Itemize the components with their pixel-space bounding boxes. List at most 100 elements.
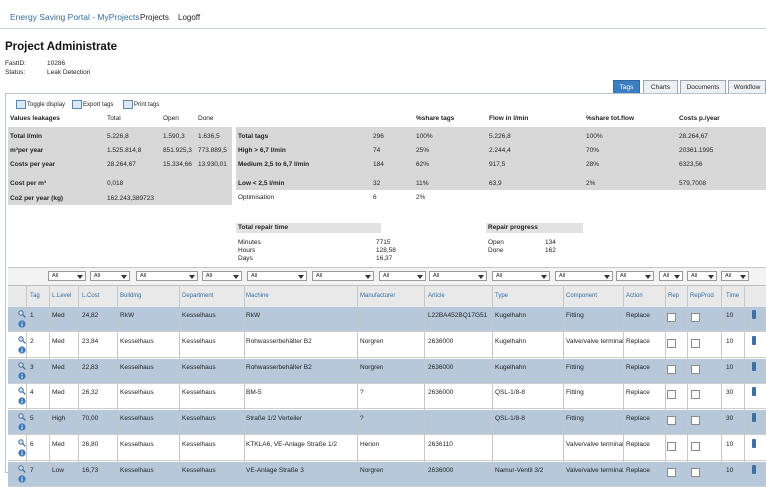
col-time[interactable]: Time	[726, 293, 739, 299]
col-type[interactable]: Type	[495, 293, 508, 299]
info-icon[interactable]	[18, 320, 26, 328]
info-icon[interactable]	[18, 346, 26, 354]
column-divider	[721, 285, 722, 471]
tab-documents[interactable]: Documents	[680, 80, 726, 93]
edit-icon[interactable]	[752, 439, 756, 448]
cell-time: 10	[726, 312, 734, 319]
search-icon[interactable]	[18, 310, 26, 318]
cell-building: Kesselhaus	[120, 415, 154, 423]
chevron-down-icon	[189, 275, 195, 279]
table-row[interactable]: 1 Med 24,82 RkW Kesselhaus RkW L22BA452BQ17G51…	[8, 307, 766, 332]
tab-charts[interactable]: Charts	[643, 80, 678, 93]
rep-checkbox[interactable]	[667, 467, 676, 477]
cell-article: 2636000	[428, 337, 454, 345]
cell-building: RkW	[120, 312, 135, 319]
info-icon[interactable]	[18, 423, 26, 431]
filter-select[interactable]: All	[90, 271, 130, 281]
filter-select[interactable]: All	[48, 271, 86, 281]
rep-checkbox[interactable]	[667, 364, 676, 374]
filter-select[interactable]: All	[721, 271, 749, 281]
repprod-checkbox[interactable]	[691, 338, 700, 348]
filter-select[interactable]: All	[429, 271, 487, 281]
repprod-checkbox[interactable]	[691, 364, 700, 374]
edit-icon[interactable]	[752, 387, 756, 397]
filter-select[interactable]: All	[555, 271, 613, 281]
filter-select[interactable]: All	[492, 271, 550, 281]
table-row[interactable]: 3 Med 22,83 Kesselhaus Kesselhaus Rohwasserbe…	[8, 358, 766, 384]
rep-checkbox[interactable]	[667, 313, 676, 322]
filter-select[interactable]: All	[379, 271, 426, 281]
repprod-checkbox[interactable]	[691, 467, 700, 477]
col-action[interactable]: Action	[626, 293, 643, 299]
table-row[interactable]: 4 Med 26,32 Kesselhaus Kesselhaus BM-5? 263600…	[8, 384, 766, 410]
table-row[interactable]: 2 Med 23,84 Kesselhaus Kesselhaus Rohwasserbe…	[8, 333, 766, 358]
search-icon[interactable]	[18, 336, 26, 344]
toggle-display-button[interactable]: Toggle display	[16, 100, 65, 109]
repprod-checkbox[interactable]	[691, 390, 700, 400]
col-level[interactable]: L.Level	[52, 293, 71, 299]
tab-tags[interactable]: Tags	[613, 80, 640, 93]
search-icon[interactable]	[18, 387, 26, 396]
cell-level: Med	[52, 389, 65, 397]
info-icon[interactable]	[18, 397, 26, 405]
nav-projects[interactable]: Projects	[140, 13, 169, 22]
col-component[interactable]: Component	[566, 293, 597, 299]
repair-time-label: Hours	[238, 247, 256, 254]
fastid-label: FastID:	[5, 60, 26, 67]
edit-icon[interactable]	[752, 413, 756, 423]
cell-time: 10	[726, 466, 734, 474]
print-tags-button[interactable]: Print tags	[123, 100, 159, 109]
edit-icon[interactable]	[752, 361, 756, 371]
export-tags-button[interactable]: Export tags	[72, 100, 113, 109]
col-repprod[interactable]: RepProd	[690, 293, 714, 299]
tags-row-label: Low < 2,5 l/min	[238, 180, 285, 187]
info-icon[interactable]	[18, 475, 26, 483]
filter-select[interactable]: All	[136, 271, 198, 281]
rep-checkbox[interactable]	[667, 442, 676, 451]
filter-select[interactable]: All	[659, 271, 683, 281]
edit-icon[interactable]	[752, 464, 756, 474]
edit-icon[interactable]	[752, 335, 756, 345]
tab-workflow[interactable]: Workflow	[728, 80, 766, 93]
col-machine[interactable]: Machine	[246, 293, 269, 299]
values-row-label: Co2 per year (kg)	[10, 195, 64, 202]
column-divider	[117, 285, 118, 471]
col-cost[interactable]: L.Cost	[82, 293, 99, 299]
search-icon[interactable]	[18, 361, 26, 370]
repprod-checkbox[interactable]	[691, 313, 700, 322]
edit-icon[interactable]	[752, 310, 756, 319]
table-row[interactable]: 5 High 70,00 Kesselhaus Kesselhaus Straße 1/2…	[8, 410, 766, 436]
col-tag[interactable]: Tag	[30, 293, 40, 299]
col-rep[interactable]: Rep	[668, 293, 679, 299]
filter-select[interactable]: All	[312, 271, 374, 281]
cell-article: 2636000	[428, 389, 454, 397]
brand-link[interactable]: Energy Saving Portal - MyProjects	[10, 12, 139, 22]
col-department[interactable]: Department	[182, 293, 213, 299]
cell-cost: 26,80	[82, 441, 99, 448]
col-building[interactable]: Building	[120, 293, 141, 299]
search-icon[interactable]	[18, 413, 26, 422]
info-icon[interactable]	[18, 449, 26, 457]
tags-row-flow: 63,9	[489, 180, 502, 187]
info-icon[interactable]	[18, 371, 26, 380]
rep-checkbox[interactable]	[667, 416, 676, 426]
col-manufacturer[interactable]: Manufacturer	[360, 293, 395, 299]
col-article[interactable]: Article	[428, 293, 445, 299]
filter-select[interactable]: All	[202, 271, 242, 281]
nav-logoff[interactable]: Logoff	[178, 13, 200, 22]
search-icon[interactable]	[18, 465, 26, 473]
rep-checkbox[interactable]	[667, 390, 676, 400]
cell-machine: KTKLA6, VE-Anlage Straße 1/2	[246, 441, 338, 448]
table-row[interactable]: 7 Low 16,73 Kesselhaus Kesselhaus VE-Anlage S…	[8, 461, 766, 487]
repprod-checkbox[interactable]	[691, 442, 700, 451]
repprod-checkbox[interactable]	[691, 416, 700, 426]
table-row[interactable]: 6 Med 26,80 Kesselhaus Kesselhaus KTKLA6, VE-…	[8, 436, 766, 461]
rep-checkbox[interactable]	[667, 338, 676, 348]
search-icon[interactable]	[18, 439, 26, 447]
filter-select[interactable]: All	[616, 271, 654, 281]
column-divider	[744, 285, 745, 471]
cell-tag: 5	[30, 415, 34, 423]
filter-select[interactable]: All	[687, 271, 717, 281]
status-row: Status: Leak Detection	[5, 69, 90, 76]
filter-select[interactable]: All	[247, 271, 307, 281]
